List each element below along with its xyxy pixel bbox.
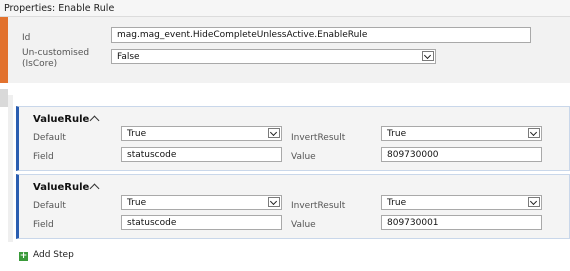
properties-accent-bar [0, 17, 8, 83]
invert-result-dropdown[interactable]: True [381, 195, 542, 210]
field-label: Field [33, 220, 54, 230]
default-dropdown[interactable]: True [121, 195, 282, 210]
properties-panel: Id mag.mag_event.HideCompleteUnlessActiv… [0, 17, 570, 83]
field-input[interactable]: statuscode [121, 215, 282, 230]
default-value: True [127, 129, 147, 139]
value-input[interactable]: 809730001 [381, 215, 542, 230]
chevron-down-icon[interactable] [268, 197, 280, 207]
chevron-down-icon[interactable] [268, 128, 280, 138]
value-label: Value [291, 220, 316, 230]
chevron-down-icon[interactable] [422, 51, 434, 61]
value-rule-card: ValueRule Default True InvertResult True… [16, 106, 570, 171]
iscore-label-line1: Un-customised [22, 48, 90, 58]
rule-header: ValueRule [33, 114, 90, 125]
chevron-down-icon[interactable] [528, 197, 540, 207]
iscore-dropdown[interactable]: False [111, 49, 436, 64]
field-input[interactable]: statuscode [121, 147, 282, 162]
iscore-value: False [117, 52, 140, 62]
properties-accent-extension [0, 89, 8, 107]
chevron-down-icon[interactable] [528, 128, 540, 138]
iscore-label: Un-customised (IsCore) [22, 48, 89, 70]
invert-result-value: True [387, 198, 407, 208]
invert-result-label: InvertResult [291, 201, 346, 211]
plus-icon: + [19, 251, 28, 261]
collapse-icon[interactable] [89, 183, 100, 194]
add-step-button[interactable]: + Add Step [19, 250, 74, 261]
value-label: Value [291, 152, 316, 162]
default-dropdown[interactable]: True [121, 126, 282, 141]
default-label: Default [33, 133, 66, 143]
id-field[interactable]: mag.mag_event.HideCompleteUnlessActive.E… [111, 27, 531, 43]
add-step-label: Add Step [33, 250, 74, 260]
id-label: Id [22, 33, 31, 43]
iscore-label-line2: (IsCore) [22, 59, 58, 69]
rule-header: ValueRule [33, 182, 90, 193]
invert-result-dropdown[interactable]: True [381, 126, 542, 141]
default-label: Default [33, 201, 66, 211]
default-value: True [127, 198, 147, 208]
value-input[interactable]: 809730000 [381, 147, 542, 162]
invert-result-label: InvertResult [291, 133, 346, 143]
invert-result-value: True [387, 129, 407, 139]
field-label: Field [33, 152, 54, 162]
steps-sidebar [8, 95, 13, 242]
window-title: Properties: Enable Rule [0, 0, 570, 17]
value-rule-card: ValueRule Default True InvertResult True… [16, 174, 570, 239]
collapse-icon[interactable] [89, 115, 100, 126]
